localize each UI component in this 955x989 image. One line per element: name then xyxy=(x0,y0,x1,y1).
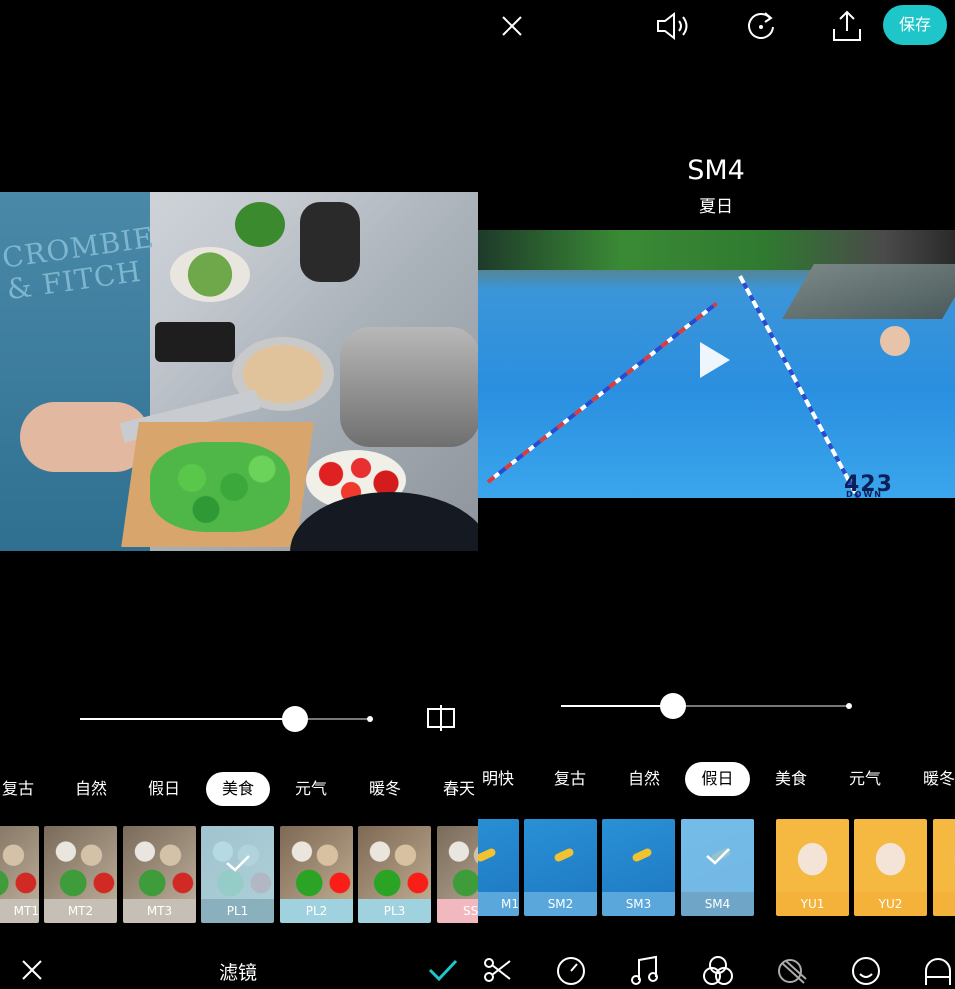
filter-preview-image xyxy=(478,819,519,892)
filter-label: SM2 xyxy=(524,892,597,916)
filter-thumbnail[interactable] xyxy=(933,819,955,916)
slider-thumb[interactable] xyxy=(660,693,687,719)
more-icon[interactable] xyxy=(920,953,955,989)
food-photo-preview: CROMBIE & FITCH xyxy=(0,192,478,551)
slider-fill xyxy=(80,718,295,720)
filter-thumbnail[interactable]: MT2 xyxy=(44,826,117,923)
filter-label: MT2 xyxy=(44,899,117,923)
video-lane-rope xyxy=(486,301,718,484)
speaker-icon[interactable] xyxy=(654,8,694,44)
close-icon[interactable] xyxy=(498,12,526,40)
category-tab-active[interactable]: 假日 xyxy=(685,762,750,796)
filter-label: MT3 xyxy=(123,899,196,923)
category-tab[interactable]: 元气 xyxy=(287,772,335,806)
filter-thumbnail[interactable]: M1 xyxy=(478,819,519,916)
video-watermark-sub: DOWN xyxy=(846,490,883,498)
category-tab[interactable]: 复古 xyxy=(0,772,42,806)
photo-plant xyxy=(235,202,285,247)
photo-pan xyxy=(290,492,478,551)
filter-label xyxy=(933,892,955,916)
check-icon xyxy=(705,847,730,865)
bottom-bar-title: 滤镜 xyxy=(218,962,257,984)
filter-label: SS xyxy=(437,899,478,923)
category-tab-active[interactable]: 美食 xyxy=(206,772,270,806)
close-icon[interactable] xyxy=(18,956,46,984)
left-filter-panel: CROMBIE & FITCH 复古 自然 假日 美食 元气 暖冬 春天 MT1… xyxy=(0,0,478,989)
check-icon[interactable] xyxy=(426,956,460,984)
filter-thumbnail[interactable]: YU1 xyxy=(776,819,849,916)
category-tab[interactable]: 暖冬 xyxy=(915,762,955,796)
filter-name: SM4 xyxy=(687,155,745,186)
category-tab[interactable]: 假日 xyxy=(140,772,188,806)
right-video-filter-panel: 保存 SM4 夏日 423 DOWN 明快 复古 自然 假日 美食 元气 暖冬 … xyxy=(478,0,955,989)
filter-preview-image xyxy=(437,826,478,899)
filter-preview-image xyxy=(123,826,196,899)
category-tab[interactable]: 元气 xyxy=(841,762,889,796)
category-tab[interactable]: 复古 xyxy=(546,762,594,796)
photo-tray xyxy=(155,322,235,362)
photo-rice-cooker xyxy=(340,327,478,447)
filter-thumbnail[interactable]: SM3 xyxy=(602,819,675,916)
slider-fill xyxy=(561,705,674,707)
filter-thumbnail[interactable]: MT3 xyxy=(123,826,196,923)
filter-preview-image xyxy=(524,819,597,892)
category-tab[interactable]: 自然 xyxy=(620,762,668,796)
filter-preview-image xyxy=(358,826,431,899)
adjust-icon[interactable] xyxy=(774,953,810,989)
filter-label: SM3 xyxy=(602,892,675,916)
filter-preview-image xyxy=(776,819,849,892)
filter-thumbnail[interactable]: PL3 xyxy=(358,826,431,923)
speed-icon[interactable] xyxy=(553,953,589,989)
filter-label: PL3 xyxy=(358,899,431,923)
category-tab[interactable]: 暖冬 xyxy=(361,772,409,806)
filter-thumbnail[interactable]: MT1 xyxy=(0,826,39,923)
filter-label: PL2 xyxy=(280,899,353,923)
slider-end xyxy=(846,703,852,709)
video-pool-deck xyxy=(782,264,955,319)
music-icon[interactable] xyxy=(628,953,662,989)
filter-icon[interactable] xyxy=(700,953,736,989)
filter-label: PL1 xyxy=(226,904,249,918)
filter-preview-image xyxy=(44,826,117,899)
replay-icon[interactable] xyxy=(743,8,779,44)
filter-thumbnail-selected[interactable]: SM4 xyxy=(681,819,754,916)
filter-label: SM4 xyxy=(704,897,731,911)
filter-thumbnail[interactable]: PL2 xyxy=(280,826,353,923)
filter-label: YU1 xyxy=(776,892,849,916)
video-swimmer xyxy=(880,326,910,356)
share-icon[interactable] xyxy=(829,8,865,44)
filter-preview-image xyxy=(280,826,353,899)
filter-category: 夏日 xyxy=(699,197,733,217)
filter-label: M1 xyxy=(478,892,519,916)
photo-basket xyxy=(170,247,250,302)
play-icon[interactable] xyxy=(700,342,730,378)
filter-label: YU2 xyxy=(854,892,927,916)
category-tab[interactable]: 明快 xyxy=(478,762,522,796)
save-button[interactable]: 保存 xyxy=(883,5,947,45)
filter-thumbnail[interactable]: YU2 xyxy=(854,819,927,916)
filter-label: MT1 xyxy=(0,899,39,923)
sticker-icon[interactable] xyxy=(848,953,884,989)
photo-kettle xyxy=(300,202,360,282)
filter-preview-image xyxy=(0,826,39,899)
compare-icon[interactable] xyxy=(424,702,458,734)
slider-thumb[interactable] xyxy=(281,706,308,732)
category-tab[interactable]: 春天 xyxy=(435,772,478,806)
filter-preview-image xyxy=(933,819,955,892)
filter-thumbnail[interactable]: SM2 xyxy=(524,819,597,916)
photo-shirt-text: CROMBIE & FITCH xyxy=(0,220,157,307)
filter-thumbnail[interactable]: SS xyxy=(437,826,478,923)
check-icon xyxy=(225,854,250,872)
filter-thumbnail-selected[interactable]: PL1 xyxy=(201,826,274,923)
filter-preview-image xyxy=(854,819,927,892)
photo-peppers xyxy=(150,442,290,532)
slider-end xyxy=(367,716,373,722)
filter-preview-image xyxy=(602,819,675,892)
category-tab[interactable]: 自然 xyxy=(67,772,115,806)
category-tab[interactable]: 美食 xyxy=(767,762,815,796)
scissors-icon[interactable] xyxy=(480,953,514,987)
video-preview[interactable]: 423 DOWN xyxy=(478,230,955,498)
